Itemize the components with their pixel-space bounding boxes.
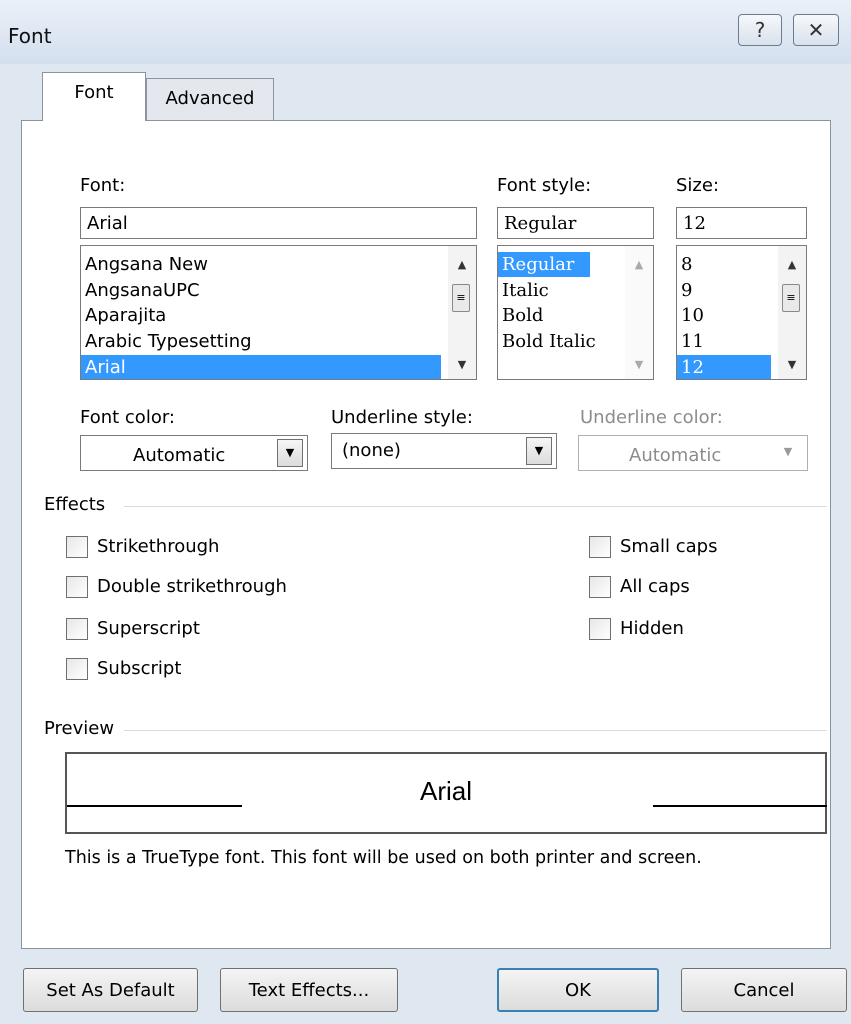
font-style-item[interactable]: Bold Italic <box>498 329 618 354</box>
double-strikethrough-checkbox[interactable] <box>66 576 88 598</box>
text-effects-button[interactable]: Text Effects... <box>220 968 398 1012</box>
preview-note: This is a TrueType font. This font will … <box>65 848 702 868</box>
superscript-label: Superscript <box>97 618 200 639</box>
font-name-list[interactable]: Angsana New AngsanaUPC Aparajita Arabic … <box>80 245 477 380</box>
font-list-item[interactable]: Arabic Typesetting <box>81 329 441 354</box>
size-list[interactable]: 8 9 10 11 12 ▲ ≡ ▼ <box>676 245 807 380</box>
hidden-checkbox[interactable] <box>589 618 611 640</box>
subscript-label: Subscript <box>97 658 182 679</box>
preview-baseline-right <box>653 805 827 807</box>
double-strikethrough-label: Double strikethrough <box>97 576 287 597</box>
size-value: 12 <box>683 213 706 234</box>
size-list-item[interactable]: 10 <box>677 303 771 328</box>
font-color-value: Automatic <box>133 445 226 466</box>
all-caps-label: All caps <box>620 576 690 597</box>
scroll-down-icon[interactable]: ▼ <box>448 354 476 376</box>
chevron-down-icon: ▼ <box>783 445 793 458</box>
font-color-label: Font color: <box>80 407 175 428</box>
preview-heading: Preview <box>44 718 115 739</box>
tab-font[interactable]: Font <box>42 72 146 121</box>
font-style-item[interactable]: Italic <box>498 278 618 303</box>
tab-font-label: Font <box>74 82 114 103</box>
preview-sample: Arial <box>419 776 472 806</box>
font-style-scrollbar[interactable]: ▲ ▼ <box>625 246 653 379</box>
chevron-down-icon[interactable]: ▼ <box>526 437 552 465</box>
font-label: Font: <box>80 175 126 196</box>
tab-advanced[interactable]: Advanced <box>146 78 274 120</box>
size-label: Size: <box>676 175 720 196</box>
font-color-select[interactable]: Automatic ▼ <box>80 435 308 471</box>
size-list-item[interactable]: 8 <box>677 252 771 277</box>
close-icon: ✕ <box>807 18 825 42</box>
size-input[interactable]: 12 <box>676 207 807 239</box>
size-list-item-selected[interactable]: 12 <box>677 355 771 379</box>
font-list-item[interactable]: Angsana New <box>81 252 441 277</box>
superscript-checkbox[interactable] <box>66 618 88 640</box>
font-list-item-selected[interactable]: Arial <box>81 355 441 379</box>
scroll-down-icon[interactable]: ▼ <box>778 354 806 376</box>
font-style-value: Regular <box>504 213 577 234</box>
chevron-down-icon[interactable]: ▼ <box>277 439 303 467</box>
tab-advanced-label: Advanced <box>165 88 255 109</box>
scroll-down-icon[interactable]: ▼ <box>625 354 653 376</box>
close-button[interactable]: ✕ <box>793 14 839 46</box>
scroll-up-icon[interactable]: ▲ <box>625 254 653 276</box>
font-style-label: Font style: <box>497 175 592 196</box>
underline-color-select: Automatic ▼ <box>578 435 808 471</box>
font-style-list[interactable]: Regular Italic Bold Bold Italic ▲ ▼ <box>497 245 654 380</box>
font-name-value: Arial <box>87 213 128 234</box>
set-as-default-button[interactable]: Set As Default <box>23 968 198 1012</box>
subscript-checkbox[interactable] <box>66 658 88 680</box>
preview-box: Arial <box>65 752 827 834</box>
font-list-scrollbar[interactable]: ▲ ≡ ▼ <box>448 246 476 379</box>
underline-style-select[interactable]: (none) ▼ <box>331 433 557 469</box>
size-list-scrollbar[interactable]: ▲ ≡ ▼ <box>778 246 806 379</box>
effects-heading: Effects <box>44 494 106 515</box>
scroll-up-icon[interactable]: ▲ <box>448 254 476 276</box>
size-list-item[interactable]: 9 <box>677 278 771 303</box>
scroll-up-icon[interactable]: ▲ <box>778 254 806 276</box>
underline-style-label: Underline style: <box>331 407 473 428</box>
title-bar <box>0 0 851 64</box>
font-list-item[interactable]: Aparajita <box>81 303 441 328</box>
ok-button[interactable]: OK <box>497 968 659 1012</box>
help-icon: ? <box>754 18 766 42</box>
cancel-button[interactable]: Cancel <box>681 968 847 1012</box>
underline-color-value: Automatic <box>629 445 722 466</box>
scroll-thumb-icon[interactable]: ≡ <box>782 284 800 312</box>
help-button[interactable]: ? <box>738 14 782 46</box>
font-name-input[interactable]: Arial <box>80 207 477 239</box>
font-style-item[interactable]: Bold <box>498 303 618 328</box>
size-list-item[interactable]: 11 <box>677 329 771 354</box>
all-caps-checkbox[interactable] <box>589 576 611 598</box>
strikethrough-checkbox[interactable] <box>66 536 88 558</box>
effects-divider <box>124 506 827 507</box>
underline-style-value: (none) <box>342 440 401 461</box>
font-list-item[interactable]: AngsanaUPC <box>81 278 441 303</box>
hidden-label: Hidden <box>620 618 684 639</box>
preview-divider <box>124 730 827 731</box>
small-caps-checkbox[interactable] <box>589 536 611 558</box>
font-style-input[interactable]: Regular <box>497 207 654 239</box>
font-style-item-selected[interactable]: Regular <box>498 252 590 277</box>
strikethrough-label: Strikethrough <box>97 536 220 557</box>
scroll-thumb-icon[interactable]: ≡ <box>452 284 470 312</box>
window-title: Font <box>8 24 52 48</box>
small-caps-label: Small caps <box>620 536 718 557</box>
underline-color-label: Underline color: <box>580 407 723 428</box>
